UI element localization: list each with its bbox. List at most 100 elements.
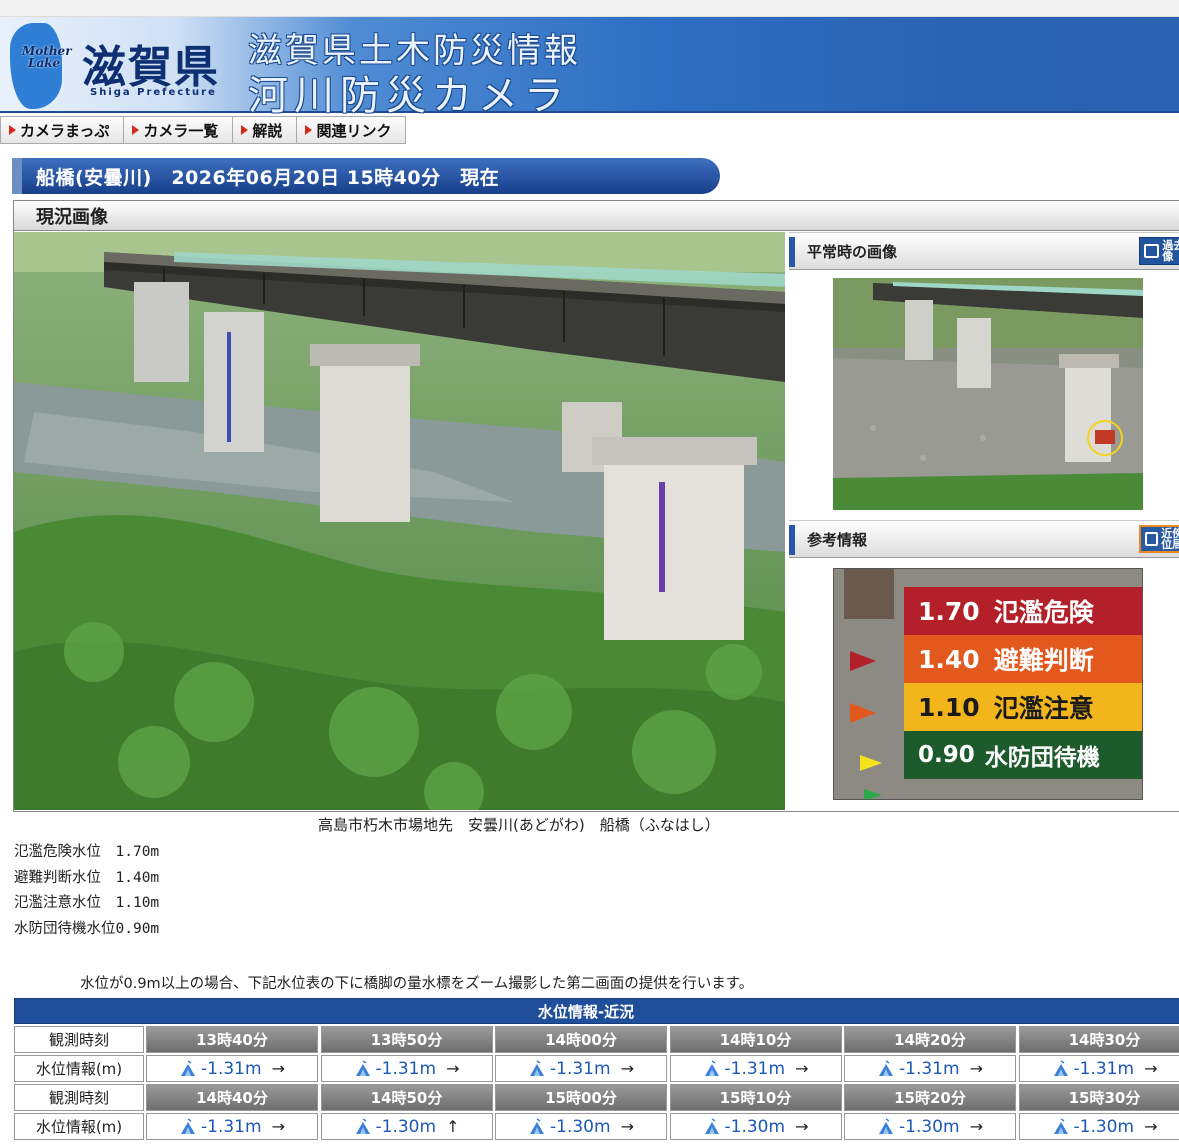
nav-camera-map[interactable]: カメラまっぷ xyxy=(0,116,125,144)
observation-time: 15時30分 xyxy=(1018,1084,1179,1111)
water-level-text: -1.31m xyxy=(724,1058,786,1079)
water-level-text: -1.30m xyxy=(375,1116,437,1137)
observation-time: 14時00分 xyxy=(495,1026,667,1053)
gauge-row-caution: 1.10 氾濫注意 xyxy=(904,683,1142,731)
water-gauge-icon xyxy=(181,1118,196,1134)
reference-info-heading: 参考情報 近傍水位局 xyxy=(789,520,1179,558)
water-gauge-icon xyxy=(530,1060,545,1076)
gauge-reference-image: 1.70 氾濫危険 1.40 避難判断 1.10 氾濫注意 0.90 水防団待機 xyxy=(833,568,1143,800)
water-level-value[interactable]: -1.31m → xyxy=(146,1113,318,1140)
trend-arrow-icon: → xyxy=(969,1117,983,1136)
water-gauge-icon xyxy=(704,1060,719,1076)
trend-arrow-icon: → xyxy=(795,1117,809,1136)
water-level-text: -1.31m xyxy=(899,1058,960,1079)
water-gauge-icon xyxy=(181,1060,196,1076)
nearby-station-button[interactable]: 近傍水位局 xyxy=(1139,525,1179,553)
level-evacuation: 避難判断水位 1.40m xyxy=(14,869,160,886)
water-level-table: 水位情報-近況 観測時刻 13時40分 13時50分 14時00分 14時10分 14時2… xyxy=(14,998,1179,1140)
arrow-caution-icon xyxy=(860,755,882,771)
trend-arrow-icon: → xyxy=(271,1059,285,1078)
normal-time-image[interactable] xyxy=(833,278,1143,510)
water-level-text: -1.30m xyxy=(899,1116,960,1137)
water-gauge-icon xyxy=(1053,1060,1068,1076)
trend-arrow-icon: → xyxy=(1144,1059,1158,1078)
value-row-label: 水位情報(m) xyxy=(14,1113,144,1140)
normal-image-heading: 平常時の画像 過去画像 xyxy=(789,232,1179,270)
level-thresholds: 氾濫危険水位 1.70m 避難判断水位 1.40m 氾濫注意水位 1.10m 水… xyxy=(14,840,159,942)
water-level-table-title: 水位情報-近況 xyxy=(14,998,1179,1024)
trend-arrow-icon: → xyxy=(271,1117,285,1136)
nav-explanation[interactable]: 解説 xyxy=(233,116,298,144)
trend-arrow-icon: → xyxy=(446,1059,460,1078)
observation-time: 15時10分 xyxy=(669,1084,842,1111)
observation-time: 13時40分 xyxy=(146,1026,318,1053)
trend-arrow-icon: → xyxy=(620,1117,634,1136)
level-danger: 氾濫危険水位 1.70m xyxy=(14,844,160,860)
water-level-value[interactable]: -1.30m → xyxy=(844,1113,1016,1140)
station-status-bar: 船橋(安曇川) 2026年06月20日 15時40分 現在 xyxy=(12,158,720,194)
gauge-row-danger: 1.70 氾濫危険 xyxy=(904,587,1142,635)
time-row-label: 観測時刻 xyxy=(14,1084,144,1111)
water-gauge-icon xyxy=(879,1060,894,1076)
trend-arrow-icon: → xyxy=(969,1059,983,1078)
water-level-text: -1.31m xyxy=(1073,1058,1135,1079)
trend-arrow-icon: → xyxy=(1144,1117,1158,1136)
live-camera-image[interactable] xyxy=(14,232,785,810)
time-row: 観測時刻 14時40分 14時50分 15時00分 15時10分 15時20分 15時30分 xyxy=(14,1084,1179,1111)
observation-time: 14時40分 xyxy=(146,1084,318,1111)
browser-top-strip xyxy=(0,0,1179,17)
nav-arrow-icon xyxy=(241,125,249,135)
nav-arrow-icon xyxy=(305,125,313,135)
value-row: 水位情報(m) -1.31m → -1.30m ↑ -1.30m → -1.30m → -1.30… xyxy=(14,1113,1179,1140)
trend-arrow-icon: → xyxy=(620,1059,634,1078)
water-level-value[interactable]: -1.30m → xyxy=(669,1113,842,1140)
logo-mother-lake: Mother Lake xyxy=(22,44,72,70)
gauge-row-evacuation: 1.40 避難判断 xyxy=(904,635,1142,683)
main-nav: カメラまっぷ カメラ一覧 解説 関連リンク xyxy=(0,116,407,144)
nav-related-links[interactable]: 関連リンク xyxy=(297,116,407,144)
side-panel: 平常時の画像 過去画像 参考情報 近傍水位局 1.70氾濫危険 xyxy=(789,232,1179,810)
water-level-text: -1.31m xyxy=(375,1058,437,1079)
observation-time: 14時50分 xyxy=(320,1084,493,1111)
water-level-value[interactable]: -1.31m → xyxy=(1018,1055,1179,1082)
chart-icon xyxy=(1145,532,1159,546)
arrow-standby-icon xyxy=(864,789,882,799)
water-gauge-icon xyxy=(355,1060,370,1076)
water-level-text: -1.31m xyxy=(550,1058,611,1079)
time-row: 観測時刻 13時40分 13時50分 14時00分 14時10分 14時20分 14時30分 xyxy=(14,1026,1179,1053)
water-level-value[interactable]: -1.30m → xyxy=(495,1113,667,1140)
water-gauge-icon xyxy=(1053,1118,1068,1134)
nav-arrow-icon xyxy=(132,125,140,135)
arrow-evacuation-icon xyxy=(850,703,876,723)
photo-icon xyxy=(1144,244,1160,258)
observation-time: 15時20分 xyxy=(844,1084,1016,1111)
water-level-text: -1.30m xyxy=(1073,1116,1135,1137)
gauge-row-standby: 0.90 水防団待機 xyxy=(904,731,1142,779)
water-level-value[interactable]: -1.31m → xyxy=(146,1055,318,1082)
water-level-value[interactable]: -1.31m → xyxy=(844,1055,1016,1082)
water-level-value[interactable]: -1.30m ↑ xyxy=(320,1113,493,1140)
water-level-value[interactable]: -1.31m → xyxy=(669,1055,842,1082)
water-level-text: -1.31m xyxy=(201,1058,262,1079)
site-title-line2: 河川防災カメラ xyxy=(248,73,570,119)
water-level-value[interactable]: -1.31m → xyxy=(320,1055,493,1082)
water-gauge-icon xyxy=(355,1118,370,1134)
gauge-bracket xyxy=(844,569,894,619)
value-row: 水位情報(m) -1.31m → -1.31m → -1.31m → -1.31m → -1.31… xyxy=(14,1055,1179,1082)
water-gauge-icon xyxy=(530,1118,545,1134)
past-images-button[interactable]: 過去画像 xyxy=(1139,237,1179,265)
observation-time: 13時50分 xyxy=(320,1026,493,1053)
water-gauge-icon xyxy=(704,1118,719,1134)
water-level-value[interactable]: -1.30m → xyxy=(1018,1113,1179,1140)
observation-time: 14時10分 xyxy=(669,1026,842,1053)
value-row-label: 水位情報(m) xyxy=(14,1055,144,1082)
station-status-text: 船橋(安曇川) 2026年06月20日 15時40分 現在 xyxy=(36,166,500,189)
arrow-danger-icon xyxy=(850,651,876,671)
camera-location-caption: 高島市朽木市場地先 安曇川(あどがわ) 船橋（ふなはし） xyxy=(318,816,720,834)
nav-camera-list[interactable]: カメラ一覧 xyxy=(124,116,234,144)
water-level-text: -1.30m xyxy=(550,1116,611,1137)
water-level-value[interactable]: -1.31m → xyxy=(495,1055,667,1082)
trend-arrow-icon: → xyxy=(795,1059,809,1078)
shiga-logo[interactable]: Mother Lake 滋賀県 Shiga Prefecture xyxy=(4,21,236,109)
level-caution: 氾濫注意水位 1.10m xyxy=(14,895,160,911)
